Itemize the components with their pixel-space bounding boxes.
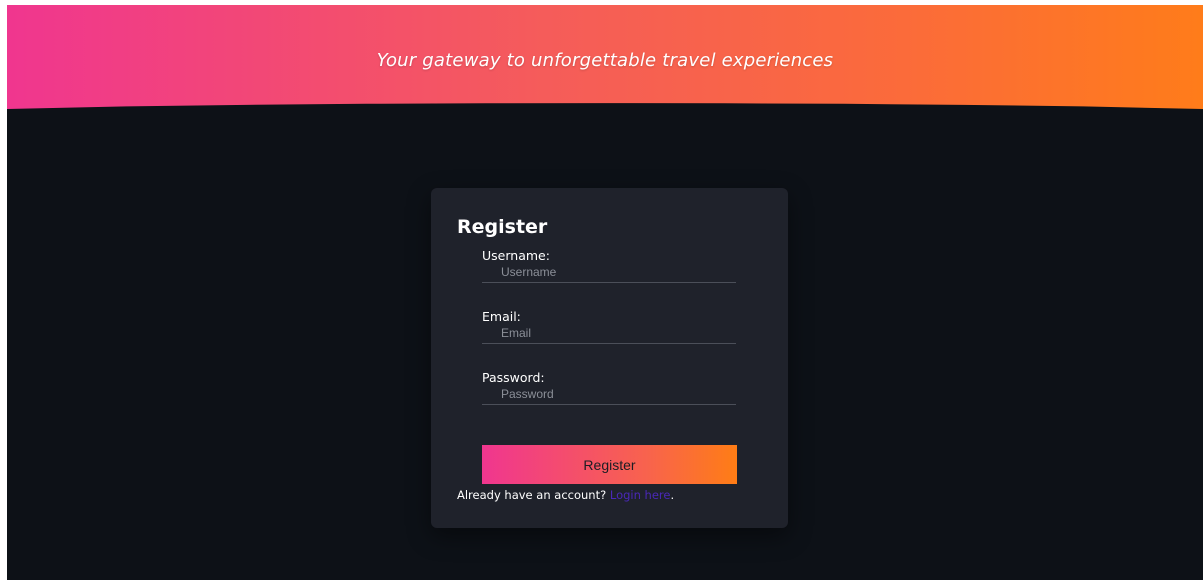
login-prompt-row: Already have an account? Login here. (457, 488, 674, 502)
hero-tagline: Your gateway to unforgettable travel exp… (376, 50, 834, 71)
username-label: Username: (482, 248, 550, 263)
username-input[interactable] (482, 264, 736, 283)
email-label: Email: (482, 309, 521, 324)
login-prompt-text: Already have an account? (457, 488, 607, 502)
password-label: Password: (482, 370, 545, 385)
login-suffix: . (670, 488, 675, 502)
form-title: Register (457, 216, 548, 238)
register-button[interactable]: Register (482, 445, 737, 484)
password-input[interactable] (482, 386, 736, 405)
login-link[interactable]: Login here (610, 488, 671, 502)
register-page: Your gateway to unforgettable travel exp… (7, 5, 1203, 580)
email-input[interactable] (482, 325, 736, 344)
browser-viewport: Your gateway to unforgettable travel exp… (0, 0, 1203, 580)
register-card: Register Username: Email: Password: Regi… (431, 188, 788, 528)
